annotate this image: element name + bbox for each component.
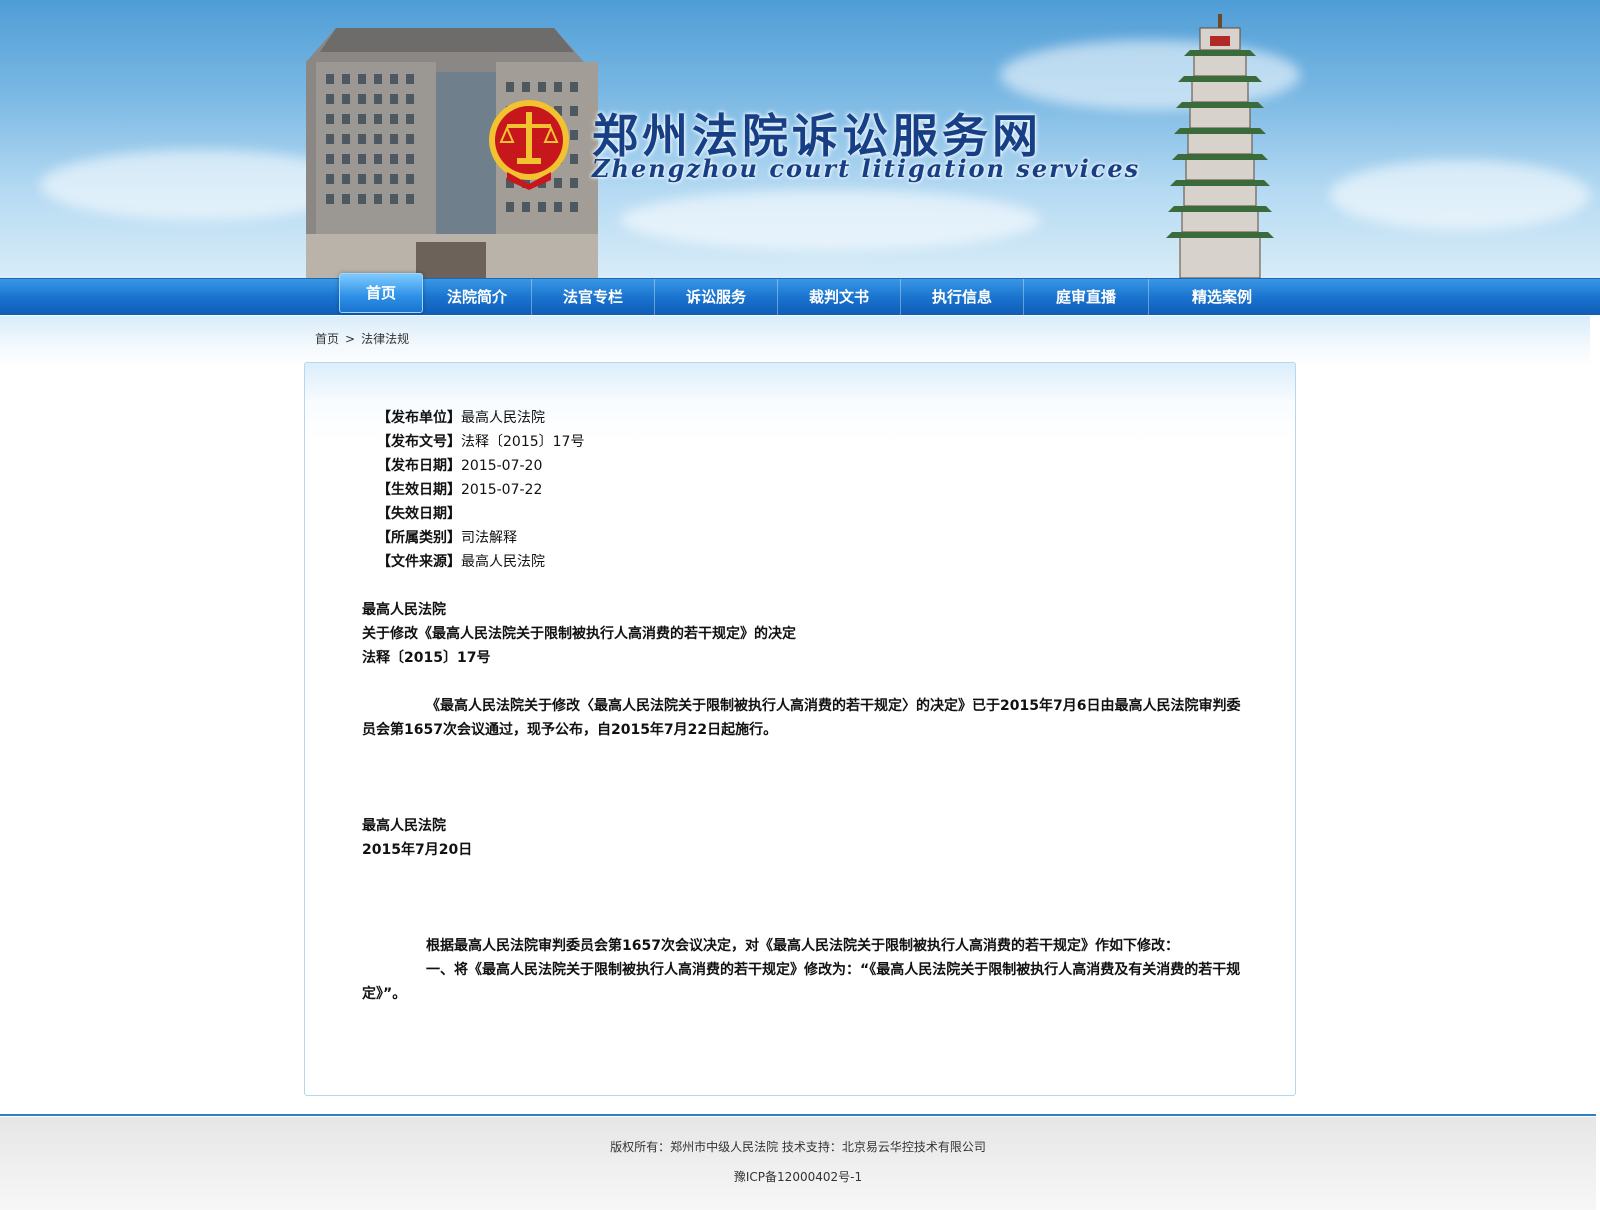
document-meta: 【发布单位】最高人民法院 【发布文号】法释〔2015〕17号 【发布日期】201… <box>377 406 584 574</box>
meta-row: 【所属类别】司法解释 <box>377 526 584 550</box>
meta-row: 【发布日期】2015-07-20 <box>377 454 584 478</box>
nav-item-home[interactable]: 首页 <box>339 273 423 313</box>
meta-row: 【文件来源】最高人民法院 <box>377 550 584 574</box>
meta-key: 【文件来源】 <box>377 554 461 570</box>
breadcrumb-strip <box>0 316 1590 366</box>
meta-value: 法释〔2015〕17号 <box>461 434 585 450</box>
site-subtitle: Zhengzhou court litigation services <box>592 154 1141 183</box>
nav-item-litigation-service[interactable]: 诉讼服务 <box>655 279 778 315</box>
meta-row: 【发布单位】最高人民法院 <box>377 406 584 430</box>
meta-value: 最高人民法院 <box>461 410 545 426</box>
footer-divider <box>0 1114 1596 1116</box>
meta-value: 司法解释 <box>461 530 517 546</box>
footer: 版权所有：郑州市中级人民法院 技术支持：北京易云华控技术有限公司 豫ICP备12… <box>0 1117 1596 1210</box>
meta-value: 最高人民法院 <box>461 554 545 570</box>
meta-row: 【发布文号】法释〔2015〕17号 <box>377 430 584 454</box>
meta-key: 【所属类别】 <box>377 530 461 546</box>
nav-item-enforcement[interactable]: 执行信息 <box>901 279 1024 315</box>
footer-icp: 豫ICP备12000402号-1 <box>733 1170 863 1184</box>
document-announcement: 《最高人民法院关于修改〈最高人民法院关于限制被执行人高消费的若干规定〉的决定》已… <box>362 698 1241 738</box>
nav-item-featured-cases[interactable]: 精选案例 <box>1149 279 1295 315</box>
meta-key: 【生效日期】 <box>377 482 461 498</box>
court-emblem-icon <box>489 100 569 190</box>
meta-key: 【发布文号】 <box>377 434 461 450</box>
document-decision-item: 一、将《最高人民法院关于限制被执行人高消费的若干规定》修改为：“《最高人民法院关… <box>362 962 1241 1002</box>
document-decision-intro: 根据最高人民法院审判委员会第1657次会议决定，对《最高人民法院关于限制被执行人… <box>426 938 1179 954</box>
meta-value: 2015-07-22 <box>461 482 543 498</box>
document-sign-date: 2015年7月20日 <box>362 842 473 858</box>
meta-key: 【发布单位】 <box>377 410 461 426</box>
header-banner: 郑州法院诉讼服务网 Zhengzhou court litigation ser… <box>0 0 1600 278</box>
nav-item-live-trial[interactable]: 庭审直播 <box>1024 279 1149 315</box>
document-issuer: 最高人民法院 <box>362 602 446 618</box>
meta-key: 【失效日期】 <box>377 506 461 522</box>
pagoda-image <box>1166 14 1274 278</box>
breadcrumb-separator-icon: > <box>345 331 356 346</box>
breadcrumb-home-link[interactable]: 首页 <box>315 330 339 347</box>
document-body: 最高人民法院 关于修改《最高人民法院关于限制被执行人高消费的若干规定》的决定 法… <box>362 598 1242 1006</box>
nav-item-court-intro[interactable]: 法院简介 <box>423 279 532 315</box>
footer-copyright: 版权所有：郑州市中级人民法院 技术支持：北京易云华控技术有限公司 <box>610 1140 986 1154</box>
meta-key: 【发布日期】 <box>377 458 461 474</box>
meta-row: 【失效日期】 <box>377 502 584 526</box>
document-sign-org: 最高人民法院 <box>362 818 446 834</box>
nav-item-judgments[interactable]: 裁判文书 <box>778 279 901 315</box>
breadcrumb: 首页 > 法律法规 <box>315 330 409 347</box>
breadcrumb-current-link[interactable]: 法律法规 <box>361 330 409 347</box>
meta-value: 2015-07-20 <box>461 458 543 474</box>
meta-row: 【生效日期】2015-07-22 <box>377 478 584 502</box>
nav-item-judges[interactable]: 法官专栏 <box>532 279 655 315</box>
main-nav: 首页 法院简介 法官专栏 诉讼服务 裁判文书 执行信息 庭审直播 精选案例 <box>0 273 1600 315</box>
document-title: 关于修改《最高人民法院关于限制被执行人高消费的若干规定》的决定 <box>362 626 796 642</box>
document-number: 法释〔2015〕17号 <box>362 650 491 666</box>
